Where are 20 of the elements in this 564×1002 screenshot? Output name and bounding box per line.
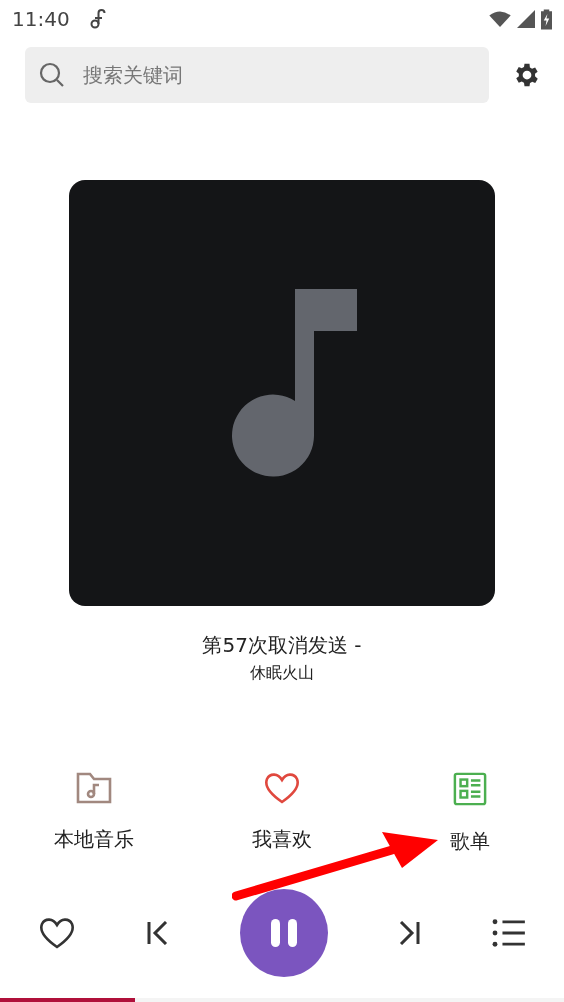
battery-icon — [541, 8, 552, 30]
list-icon[interactable] — [453, 772, 487, 806]
wifi-icon — [489, 11, 511, 27]
shortcut-label[interactable]: 本地音乐 — [54, 826, 134, 853]
signal-icon — [517, 10, 535, 28]
music-note-icon — [89, 9, 106, 29]
folder-icon[interactable] — [76, 772, 112, 804]
heart-icon[interactable] — [39, 917, 75, 949]
song-title: 第57次取消发送 - — [201, 632, 363, 659]
next-icon[interactable] — [398, 921, 421, 945]
shortcut-label[interactable]: 我喜欢 — [252, 826, 312, 853]
shortcut-label[interactable]: 歌单 — [450, 828, 490, 855]
search-field[interactable]: 搜索关键词 — [25, 47, 489, 103]
status-time: 11:40 — [12, 7, 70, 31]
artist-name: 休眠火山 — [249, 663, 315, 684]
music-note-icon — [231, 289, 357, 477]
menu-icon[interactable] — [492, 919, 526, 947]
search-input[interactable]: 搜索关键词 — [81, 62, 445, 88]
search-icon — [39, 62, 65, 88]
previous-icon[interactable] — [146, 921, 169, 945]
